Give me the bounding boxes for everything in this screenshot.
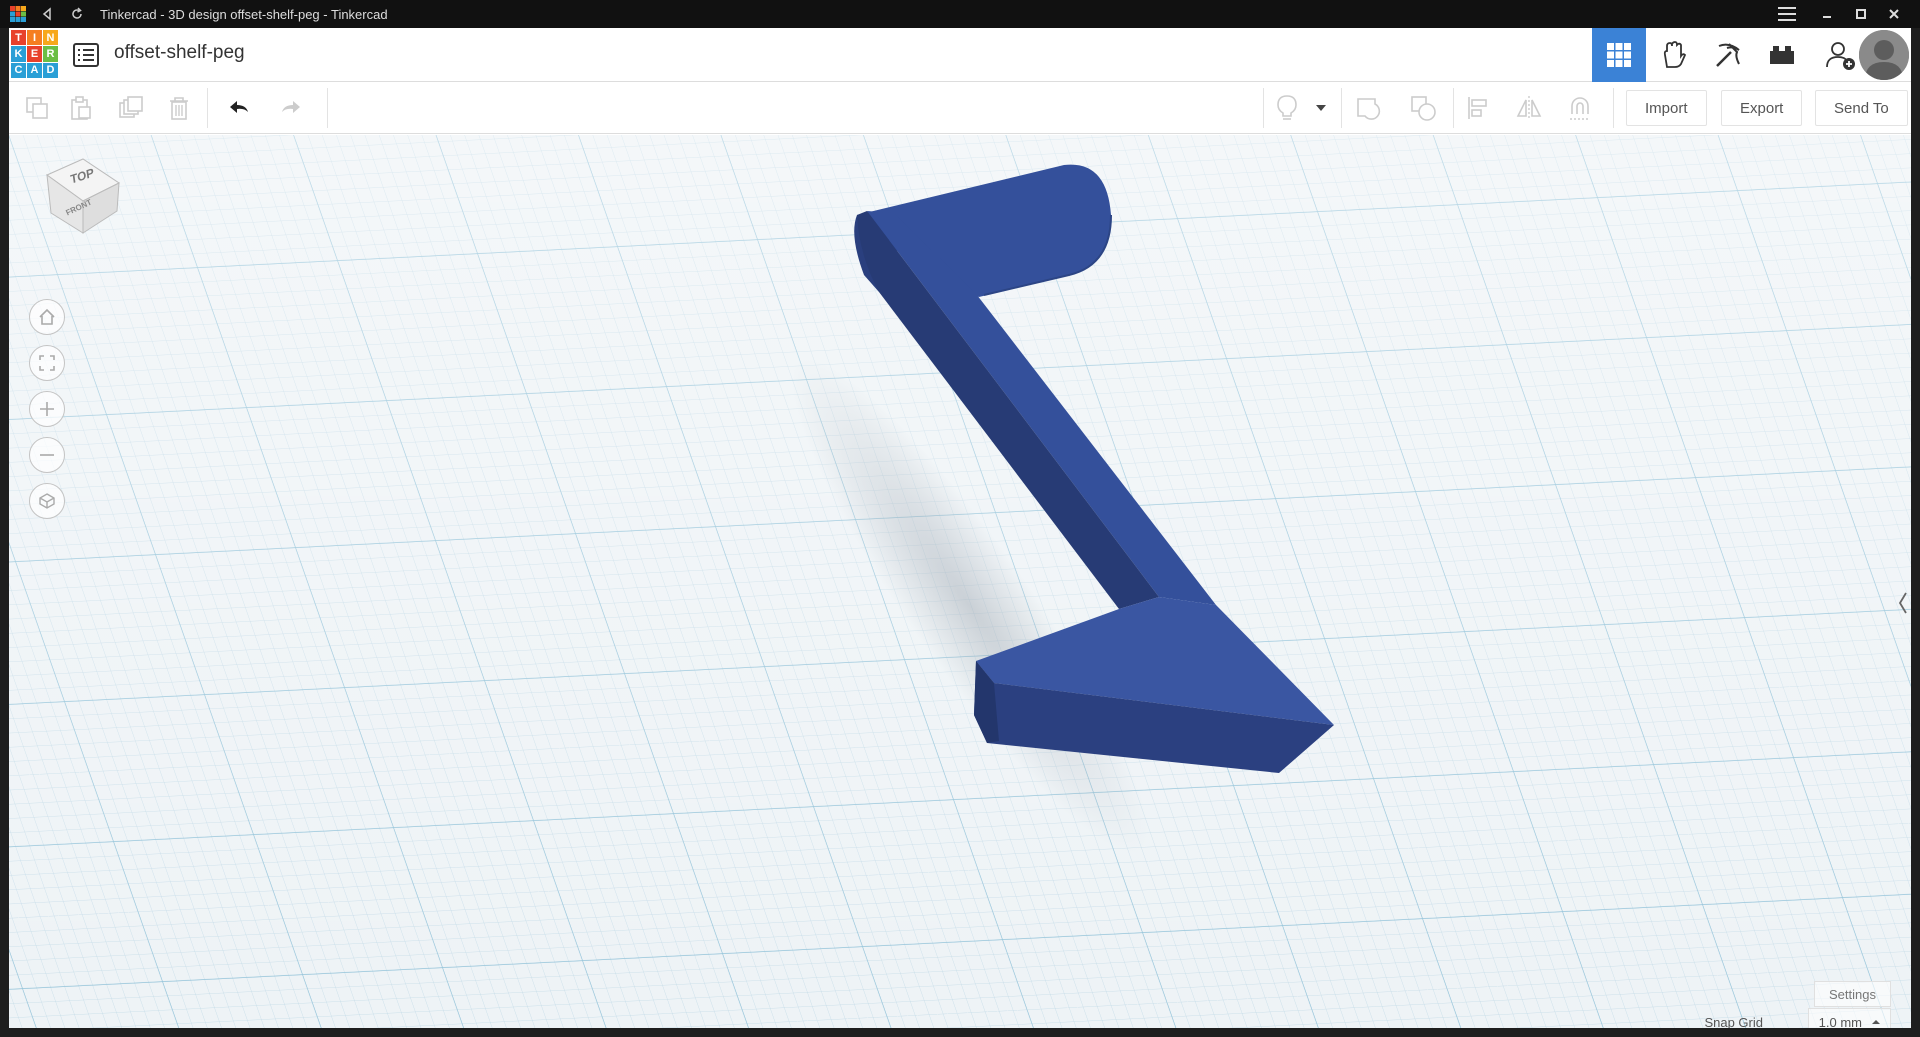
browser-reload-icon[interactable] xyxy=(68,5,86,23)
logo-letter: C xyxy=(11,62,26,78)
snap-grid-label: Snap Grid xyxy=(1704,1015,1763,1028)
view-cube[interactable]: TOP FRONT xyxy=(39,153,120,234)
chevron-up-icon xyxy=(1872,1020,1880,1024)
logo-letter: R xyxy=(43,46,58,62)
delete-icon[interactable] xyxy=(163,92,195,124)
toolbar-divider xyxy=(1613,88,1614,128)
import-button[interactable]: Import xyxy=(1626,90,1707,126)
workplane[interactable]: TOP FRONT Settings Snap Grid 1.0 mm xyxy=(9,135,1911,1028)
snap-grid-value: 1.0 mm xyxy=(1818,1014,1862,1029)
bricks-pickaxe-icon[interactable] xyxy=(1701,28,1755,82)
zoom-in-button[interactable] xyxy=(29,391,65,427)
logo-letter: I xyxy=(27,30,42,46)
window-title: Tinkercad - 3D design offset-shelf-peg -… xyxy=(100,6,388,22)
logo-letter: D xyxy=(43,62,58,78)
maximize-icon[interactable] xyxy=(1846,0,1876,28)
design-list-icon[interactable] xyxy=(73,42,99,68)
logo-letter: N xyxy=(43,30,58,46)
blocks-hand-icon[interactable] xyxy=(1647,28,1701,82)
tinkercad-app-icon xyxy=(10,6,26,22)
undo-icon[interactable] xyxy=(223,92,255,124)
toolbar-divider xyxy=(327,88,328,128)
tinkercad-app: T I N K E R C A D offset-shelf-peg Impor… xyxy=(9,28,1911,1028)
window-frame: Tinkercad - 3D design offset-shelf-peg -… xyxy=(0,0,1920,1037)
ungroup-icon[interactable] xyxy=(1407,92,1439,124)
logo-letter: E xyxy=(27,46,42,62)
chevron-down-icon[interactable] xyxy=(1311,92,1331,124)
app-header: T I N K E R C A D offset-shelf-peg xyxy=(9,28,1911,82)
edit-toolbar: Import Export Send To xyxy=(9,82,1911,134)
zoom-out-button[interactable] xyxy=(29,437,65,473)
toolbar-divider xyxy=(207,88,208,128)
duplicate-icon[interactable] xyxy=(115,92,147,124)
avatar[interactable] xyxy=(1859,30,1909,80)
mirror-icon[interactable] xyxy=(1513,92,1545,124)
align-icon[interactable] xyxy=(1463,92,1495,124)
hamburger-menu-icon[interactable] xyxy=(1772,0,1802,28)
export-button[interactable]: Export xyxy=(1721,90,1803,126)
sim-lab-brick-icon[interactable] xyxy=(1755,28,1809,82)
toolbar-divider xyxy=(1341,88,1342,128)
lightbulb-icon[interactable] xyxy=(1271,92,1303,124)
design-name[interactable]: offset-shelf-peg xyxy=(114,42,245,64)
close-icon[interactable] xyxy=(1879,0,1909,28)
logo-letter: A xyxy=(27,62,42,78)
perspective-toggle-button[interactable] xyxy=(29,483,65,519)
minimize-icon[interactable] xyxy=(1812,0,1842,28)
paste-icon[interactable] xyxy=(65,92,97,124)
snap-grid-select[interactable]: 1.0 mm xyxy=(1807,1008,1891,1029)
browser-back-icon[interactable] xyxy=(38,5,56,23)
shapes-panel-toggle-icon[interactable] xyxy=(1895,583,1911,623)
3d-design-view-button[interactable] xyxy=(1592,28,1646,82)
logo-letter: T xyxy=(11,30,26,46)
fit-view-button[interactable] xyxy=(29,345,65,381)
redo-icon[interactable] xyxy=(275,92,307,124)
toolbar-divider xyxy=(1453,88,1454,128)
group-icon[interactable] xyxy=(1353,92,1385,124)
logo-letter: K xyxy=(11,46,26,62)
settings-button[interactable]: Settings xyxy=(1814,981,1891,1007)
workplane-grid xyxy=(9,135,1911,1028)
window-titlebar: Tinkercad - 3D design offset-shelf-peg -… xyxy=(0,0,1920,28)
cruise-magnet-icon[interactable] xyxy=(1564,92,1596,124)
tinkercad-logo[interactable]: T I N K E R C A D xyxy=(11,30,59,78)
home-view-button[interactable] xyxy=(29,299,65,335)
send-to-button[interactable]: Send To xyxy=(1815,90,1908,126)
toolbar-divider xyxy=(1263,88,1264,128)
copy-icon[interactable] xyxy=(21,92,53,124)
